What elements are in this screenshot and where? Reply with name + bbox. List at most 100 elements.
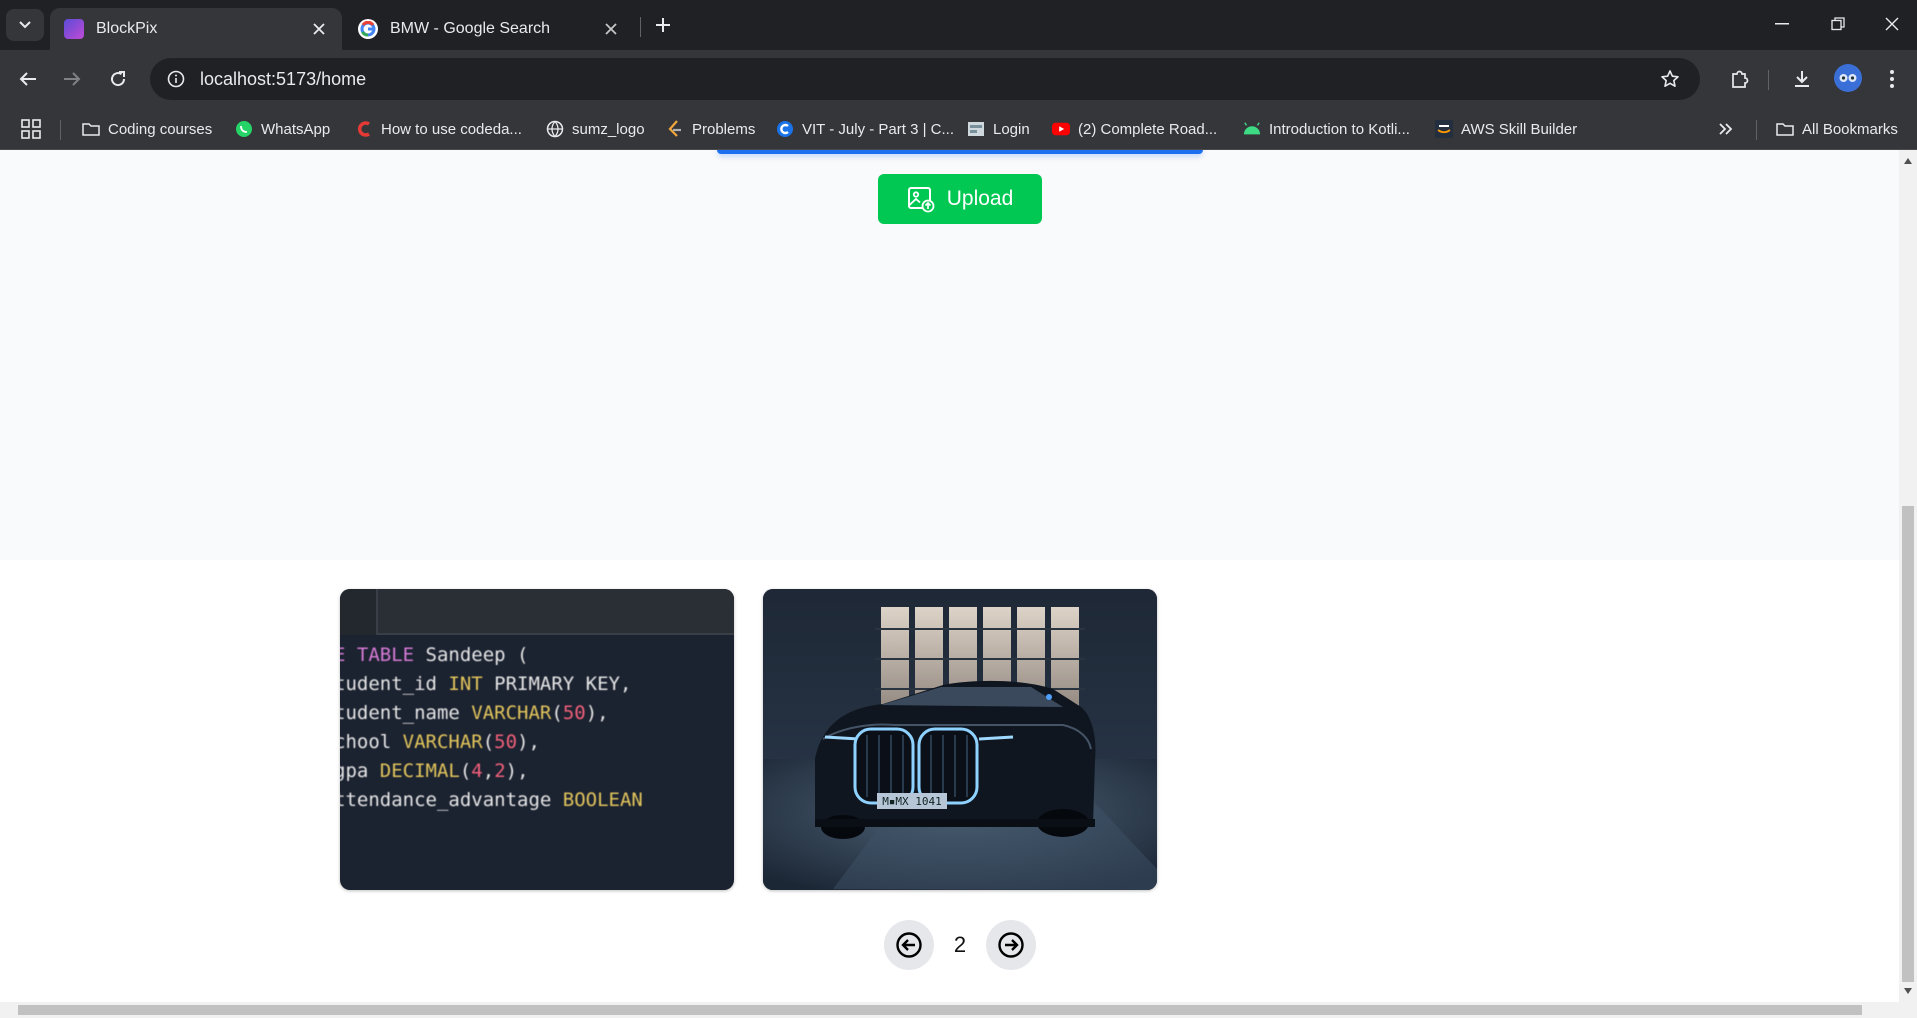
close-tab-icon[interactable] bbox=[600, 18, 622, 40]
scroll-down-arrow-icon[interactable] bbox=[1904, 988, 1912, 994]
bookmark-label: How to use codeda... bbox=[381, 120, 522, 138]
bookmarks-overflow-button[interactable] bbox=[1718, 108, 1734, 150]
bookmark-label: All Bookmarks bbox=[1802, 120, 1898, 138]
close-tab-icon[interactable] bbox=[308, 18, 330, 40]
code-line-3: tudent_name VARCHAR(50), bbox=[340, 702, 609, 724]
code-snippet: E TABLE Sandeep ( tudent_id INT PRIMARY … bbox=[340, 641, 643, 815]
aws-icon bbox=[1435, 120, 1453, 138]
double-chevron-right-icon bbox=[1719, 123, 1733, 135]
reload-button[interactable] bbox=[102, 63, 134, 95]
vertical-scroll-thumb[interactable] bbox=[1902, 506, 1914, 982]
code-line-4: chool VARCHAR(50), bbox=[340, 731, 540, 753]
scroll-up-arrow-icon[interactable] bbox=[1904, 158, 1912, 164]
login-icon bbox=[967, 120, 985, 138]
previous-page-button[interactable] bbox=[884, 920, 934, 970]
downloads-icon[interactable] bbox=[1786, 63, 1818, 95]
file-drop-zone[interactable] bbox=[717, 150, 1203, 154]
browser-toolbar: localhost:5173/home bbox=[0, 50, 1917, 108]
bookmarks-separator bbox=[1756, 120, 1757, 140]
all-bookmarks-button[interactable]: All Bookmarks bbox=[1776, 108, 1898, 150]
bmw-car-image: M▪MX 1041 bbox=[763, 589, 1157, 890]
bookmark-label: (2) Complete Road... bbox=[1078, 120, 1218, 138]
horizontal-scrollbar[interactable] bbox=[0, 1002, 1917, 1018]
android-icon bbox=[1243, 120, 1261, 138]
bookmark-login[interactable]: Login bbox=[967, 108, 1030, 150]
chevron-down-icon bbox=[19, 21, 31, 29]
bookmark-coding-courses[interactable]: Coding courses bbox=[82, 108, 212, 150]
upload-button-label: Upload bbox=[946, 187, 1014, 210]
bookmarks-bar: Coding courses WhatsApp How to use coded… bbox=[0, 108, 1917, 150]
restore-icon bbox=[1831, 17, 1845, 31]
google-favicon-icon bbox=[358, 19, 378, 39]
code-line-6: ttendance_advantage BOOLEAN bbox=[340, 789, 643, 811]
bookmark-codedamn[interactable]: How to use codeda... bbox=[355, 108, 522, 150]
arrow-right-icon bbox=[64, 72, 81, 86]
code-line-1: E TABLE Sandeep ( bbox=[340, 644, 529, 666]
bookmark-whatsapp[interactable]: WhatsApp bbox=[235, 108, 330, 150]
bookmark-youtube-roadmap[interactable]: (2) Complete Road... bbox=[1052, 108, 1217, 150]
page-viewport: Upload E TABLE Sandeep ( tudent_id INT P… bbox=[0, 150, 1899, 1002]
image-card-code[interactable]: E TABLE Sandeep ( tudent_id INT PRIMARY … bbox=[340, 589, 734, 890]
image-card-bmw[interactable]: M▪MX 1041 bbox=[763, 589, 1157, 890]
kebab-menu-icon bbox=[1890, 70, 1894, 88]
upload-button[interactable]: Upload bbox=[878, 174, 1042, 224]
blockpix-favicon-icon bbox=[64, 19, 84, 39]
globe-icon bbox=[546, 120, 564, 138]
tab-title: BMW - Google Search bbox=[390, 20, 551, 37]
site-info-icon[interactable] bbox=[158, 70, 194, 88]
url-text: localhost:5173/home bbox=[200, 68, 367, 89]
tab-search-button[interactable] bbox=[6, 9, 44, 41]
pagination: 2 bbox=[0, 920, 1899, 970]
profile-avatar[interactable] bbox=[1834, 64, 1862, 92]
bookmark-label: Coding courses bbox=[108, 120, 213, 138]
vertical-scrollbar[interactable] bbox=[1899, 150, 1917, 1002]
bookmarks-separator bbox=[60, 120, 61, 140]
code-line-5: gpa DECIMAL(4,2), bbox=[340, 760, 529, 782]
bookmark-label: WhatsApp bbox=[261, 120, 331, 138]
restore-button[interactable] bbox=[1818, 10, 1858, 38]
bookmark-label: Introduction to Kotli... bbox=[1269, 120, 1410, 138]
next-page-button[interactable] bbox=[986, 920, 1036, 970]
whatsapp-icon bbox=[235, 120, 253, 138]
bookmark-star-icon[interactable] bbox=[1650, 69, 1690, 89]
bookmark-aws-skill-builder[interactable]: AWS Skill Builder bbox=[1435, 108, 1577, 150]
address-bar[interactable]: localhost:5173/home bbox=[150, 58, 1700, 100]
bookmark-kotlin[interactable]: Introduction to Kotli... bbox=[1243, 108, 1410, 150]
bookmark-sumz-logo[interactable]: sumz_logo bbox=[546, 108, 645, 150]
reload-icon bbox=[111, 71, 126, 87]
bookmark-label: sumz_logo bbox=[572, 120, 645, 138]
youtube-icon bbox=[1052, 120, 1070, 138]
current-page-number: 2 bbox=[953, 932, 967, 957]
arrow-left-icon bbox=[19, 72, 36, 86]
coursera-icon bbox=[776, 120, 794, 138]
back-button[interactable] bbox=[12, 63, 44, 95]
leetcode-icon bbox=[666, 120, 684, 138]
tab-title: BlockPix bbox=[96, 20, 158, 37]
code-editor-header bbox=[340, 589, 734, 635]
forward-button[interactable] bbox=[56, 63, 88, 95]
codedamn-icon bbox=[355, 120, 373, 138]
plus-icon bbox=[656, 18, 670, 32]
bookmark-vit-coursera[interactable]: VIT - July - Part 3 | C... bbox=[776, 108, 954, 150]
image-upload-icon bbox=[907, 187, 935, 213]
apps-grid-icon[interactable] bbox=[20, 118, 42, 140]
tab-separator bbox=[640, 17, 641, 37]
extensions-icon[interactable] bbox=[1724, 63, 1756, 95]
bookmark-label: VIT - July - Part 3 | C... bbox=[802, 120, 954, 138]
tab-strip: BlockPix BMW - Google Search bbox=[0, 0, 1917, 50]
bookmark-label: AWS Skill Builder bbox=[1461, 120, 1578, 138]
horizontal-scroll-thumb[interactable] bbox=[18, 1005, 1862, 1015]
folder-icon bbox=[1776, 120, 1794, 138]
tab-bmw-search[interactable]: BMW - Google Search bbox=[344, 8, 634, 50]
close-window-button[interactable] bbox=[1872, 10, 1912, 38]
profile-icon bbox=[1839, 74, 1857, 82]
tab-blockpix[interactable]: BlockPix bbox=[50, 8, 342, 50]
new-tab-button[interactable] bbox=[650, 12, 676, 38]
toolbar-divider bbox=[1768, 70, 1769, 90]
close-icon bbox=[1885, 17, 1899, 31]
bookmark-problems[interactable]: Problems bbox=[666, 108, 755, 150]
menu-button[interactable] bbox=[1876, 63, 1908, 95]
bookmark-label: Problems bbox=[692, 120, 756, 138]
minimize-button[interactable] bbox=[1762, 10, 1802, 38]
folder-icon bbox=[82, 120, 100, 138]
